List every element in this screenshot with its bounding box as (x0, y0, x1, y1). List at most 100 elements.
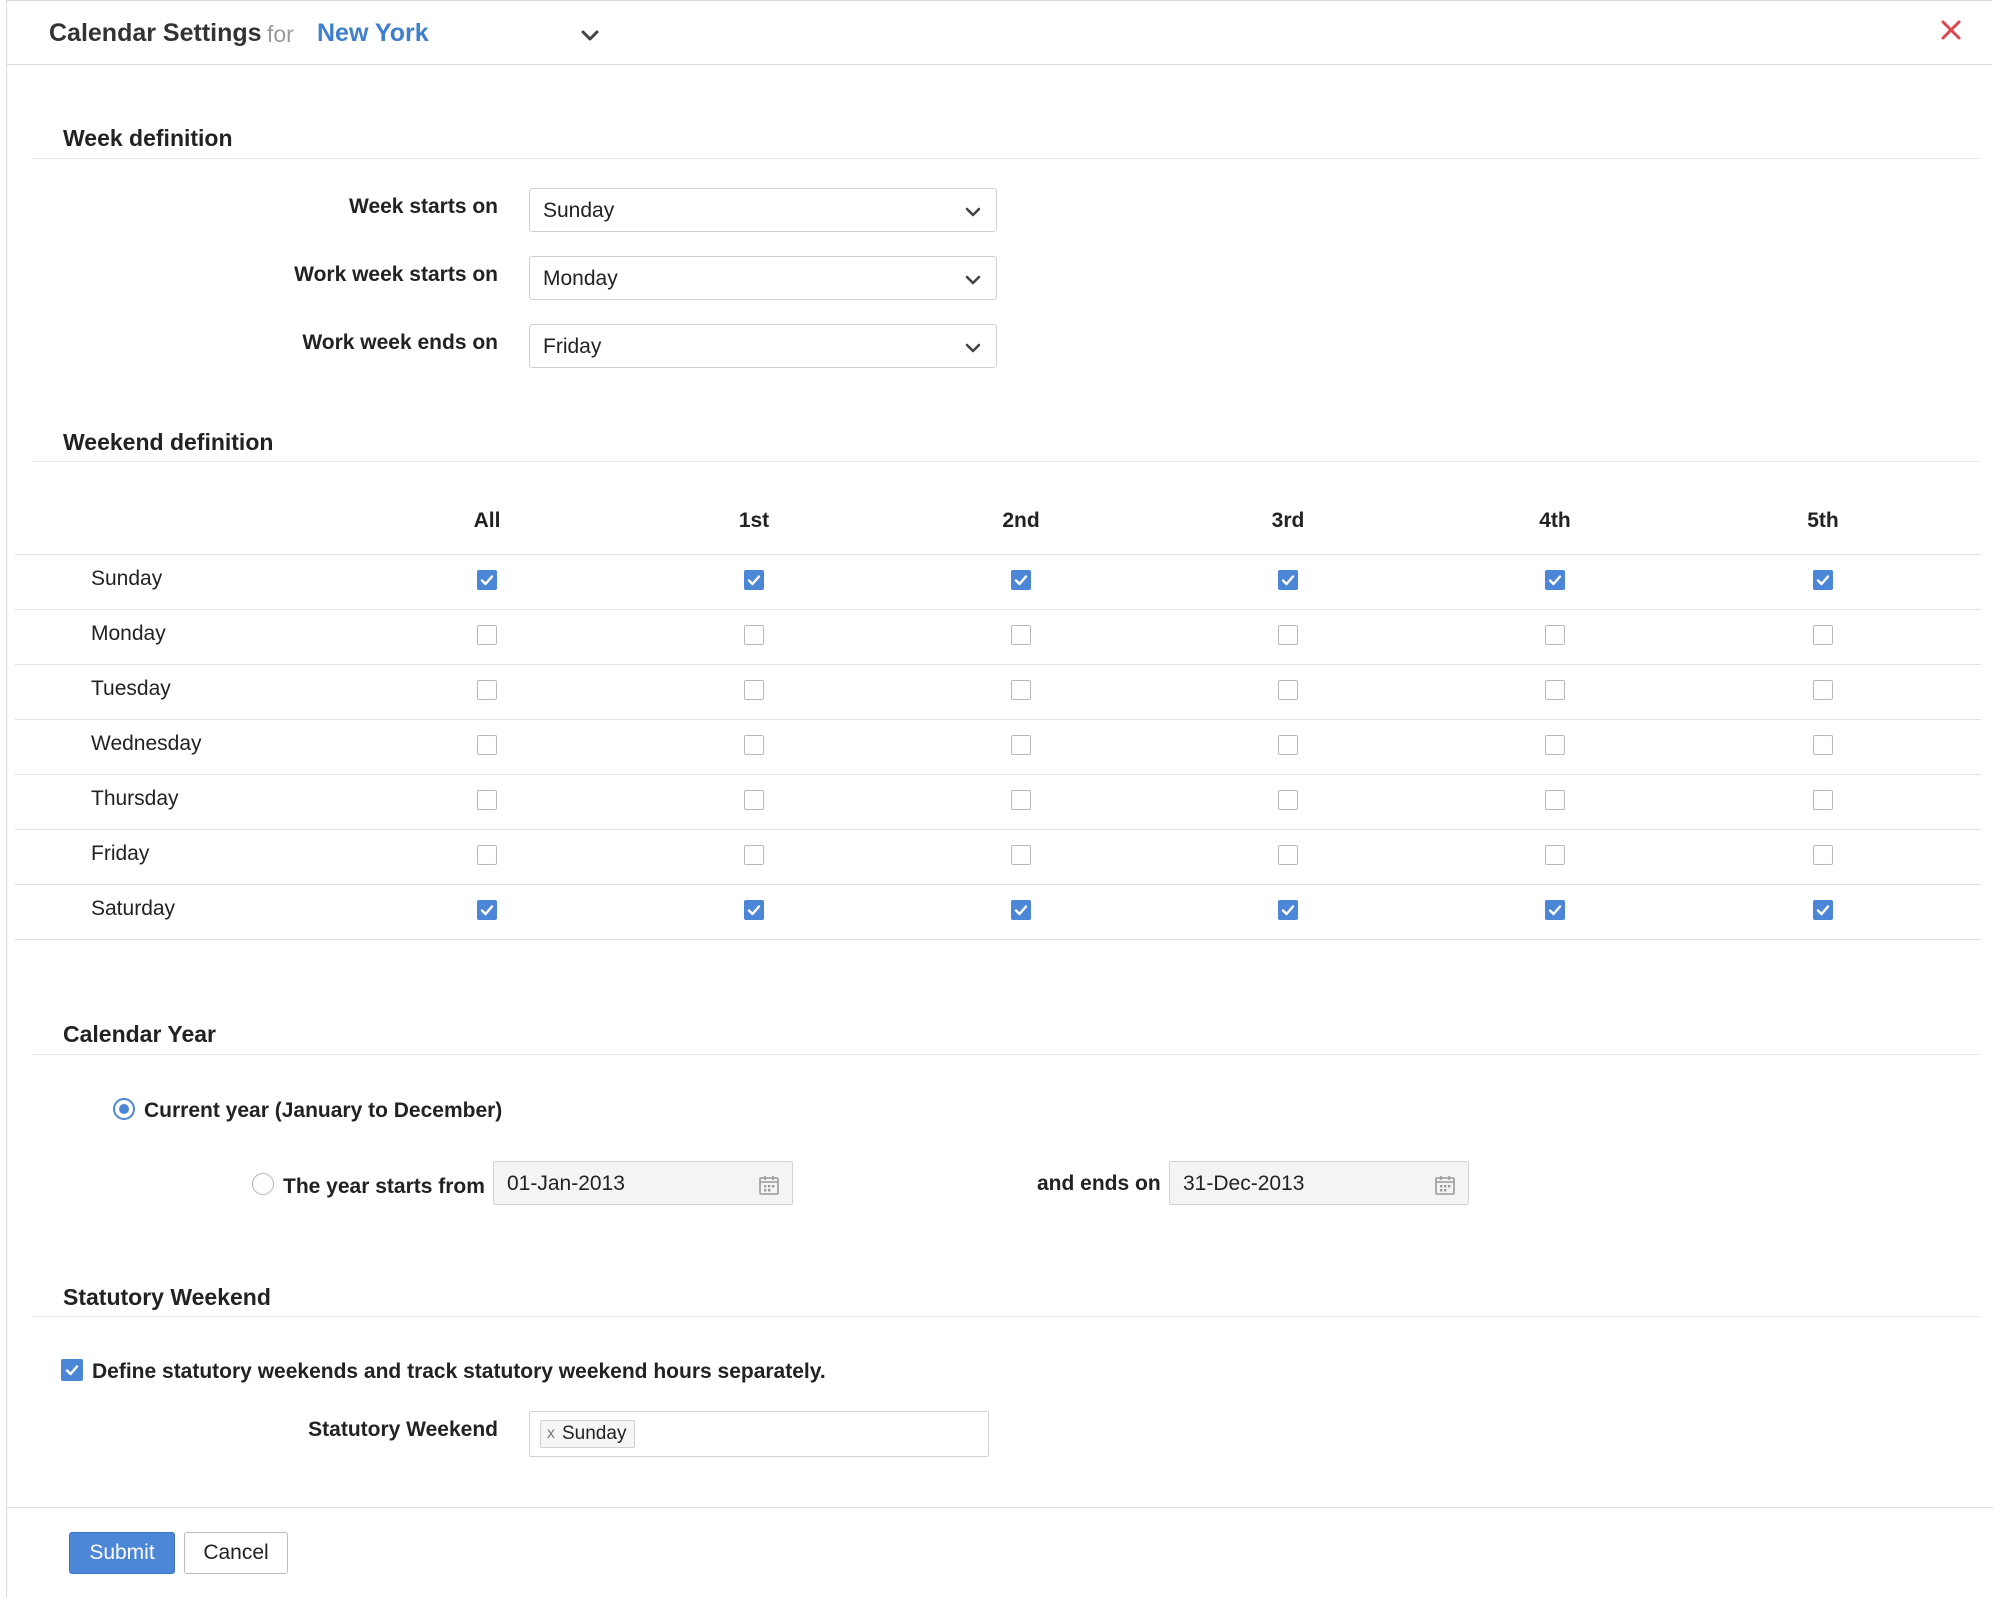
dialog-title: Calendar Settings (49, 19, 262, 47)
weekend-checkbox[interactable] (744, 735, 764, 755)
weekend-checkbox[interactable] (477, 680, 497, 700)
weekend-checkbox[interactable] (1545, 680, 1565, 700)
weekend-checkbox[interactable] (1813, 570, 1833, 590)
weekend-checkbox[interactable] (1278, 680, 1298, 700)
calendar-icon[interactable] (758, 1174, 780, 1196)
statutory-weekend-title: Statutory Weekend (63, 1284, 271, 1310)
cancel-button[interactable]: Cancel (184, 1532, 288, 1574)
weekend-checkbox[interactable] (1813, 900, 1833, 920)
ends-on-label: and ends on (1037, 1172, 1161, 1195)
weekend-checkbox[interactable] (1813, 790, 1833, 810)
column-header: 1st (738, 509, 770, 532)
weekend-checkbox[interactable] (1545, 625, 1565, 645)
grid-row-divider (15, 664, 1981, 665)
weekend-checkbox[interactable] (1011, 790, 1031, 810)
define-statutory-checkbox[interactable] (61, 1359, 83, 1381)
day-label: Sunday (91, 567, 163, 590)
weekend-checkbox[interactable] (1278, 735, 1298, 755)
grid-row-divider (15, 774, 1981, 775)
chevron-down-icon (965, 207, 981, 217)
year-end-date-value: 31-Dec-2013 (1183, 1172, 1305, 1195)
weekend-checkbox[interactable] (744, 845, 764, 865)
grid-row-divider (15, 609, 1981, 610)
weekend-checkbox[interactable] (1545, 845, 1565, 865)
define-statutory-label: Define statutory weekends and track stat… (92, 1360, 826, 1383)
week-definition-title: Week definition (63, 125, 233, 151)
weekend-checkbox[interactable] (477, 900, 497, 920)
weekend-checkbox[interactable] (1011, 845, 1031, 865)
current-year-radio[interactable] (113, 1098, 135, 1120)
year-start-date-input[interactable]: 01-Jan-2013 (493, 1161, 793, 1205)
remove-tag-icon[interactable]: x (547, 1425, 555, 1443)
week-starts-label: Week starts on (349, 195, 498, 218)
calendar-icon[interactable] (1434, 1174, 1456, 1196)
weekend-checkbox[interactable] (477, 790, 497, 810)
weekend-checkbox[interactable] (1278, 625, 1298, 645)
grid-row-divider (15, 939, 1981, 940)
location-selector[interactable]: New York (317, 19, 429, 48)
close-icon[interactable] (1938, 17, 1964, 43)
weekend-checkbox[interactable] (477, 735, 497, 755)
column-header: 5th (1807, 509, 1839, 532)
calendar-year-title: Calendar Year (63, 1021, 217, 1047)
chevron-down-icon[interactable] (579, 25, 601, 47)
weekend-checkbox[interactable] (1813, 735, 1833, 755)
grid-row-divider (15, 884, 1981, 885)
grid-row-divider (15, 829, 1981, 830)
weekend-checkbox[interactable] (1278, 900, 1298, 920)
weekend-checkbox[interactable] (1278, 790, 1298, 810)
weekend-checkbox[interactable] (1545, 735, 1565, 755)
dialog-header: Calendar Settings for New York (7, 1, 1992, 65)
section-divider (31, 158, 1981, 159)
weekend-checkbox[interactable] (1813, 680, 1833, 700)
submit-button[interactable]: Submit (69, 1532, 175, 1574)
statutory-weekend-label: Statutory Weekend (308, 1418, 498, 1441)
weekend-checkbox[interactable] (1011, 570, 1031, 590)
for-label: for (267, 21, 294, 47)
work-week-ends-select[interactable]: Friday (529, 324, 997, 368)
weekend-checkbox[interactable] (1278, 845, 1298, 865)
weekend-checkbox[interactable] (744, 790, 764, 810)
calendar-settings-dialog: Calendar Settings for New York Week defi… (6, 0, 1993, 1597)
weekend-definition-title: Weekend definition (63, 429, 274, 455)
footer-divider (7, 1507, 1993, 1508)
day-label: Saturday (91, 897, 176, 920)
section-divider (31, 1054, 1981, 1055)
weekend-checkbox[interactable] (477, 625, 497, 645)
column-header: 3rd (1271, 509, 1305, 532)
weekend-checkbox[interactable] (1813, 625, 1833, 645)
weekend-checkbox[interactable] (744, 680, 764, 700)
column-header: All (473, 509, 501, 532)
section-divider (31, 461, 1981, 462)
weekend-checkbox[interactable] (1011, 625, 1031, 645)
weekend-checkbox[interactable] (744, 570, 764, 590)
weekend-checkbox[interactable] (1545, 900, 1565, 920)
custom-year-label: The year starts from (283, 1175, 485, 1198)
grid-row-divider (15, 554, 1981, 555)
weekend-checkbox[interactable] (477, 845, 497, 865)
weekend-checkbox[interactable] (477, 570, 497, 590)
custom-year-radio[interactable] (252, 1173, 274, 1195)
weekend-checkbox[interactable] (1011, 735, 1031, 755)
year-end-date-input[interactable]: 31-Dec-2013 (1169, 1161, 1469, 1205)
day-label: Monday (91, 622, 166, 645)
statutory-weekend-tag-input[interactable]: x Sunday (529, 1411, 989, 1457)
work-week-starts-value: Monday (543, 267, 618, 290)
week-starts-select[interactable]: Sunday (529, 188, 997, 232)
weekend-checkbox[interactable] (1011, 900, 1031, 920)
weekend-checkbox[interactable] (1545, 790, 1565, 810)
weekend-checkbox[interactable] (1813, 845, 1833, 865)
section-divider (31, 1316, 1981, 1317)
weekend-checkbox[interactable] (1278, 570, 1298, 590)
weekend-checkbox[interactable] (744, 900, 764, 920)
weekend-checkbox[interactable] (744, 625, 764, 645)
work-week-ends-value: Friday (543, 335, 602, 358)
tag-label: Sunday (562, 1423, 627, 1444)
grid-row-divider (15, 719, 1981, 720)
weekend-checkbox[interactable] (1011, 680, 1031, 700)
work-week-ends-label: Work week ends on (302, 331, 498, 354)
weekend-checkbox[interactable] (1545, 570, 1565, 590)
day-label: Friday (91, 842, 150, 865)
work-week-starts-select[interactable]: Monday (529, 256, 997, 300)
column-header: 2nd (1002, 509, 1040, 532)
